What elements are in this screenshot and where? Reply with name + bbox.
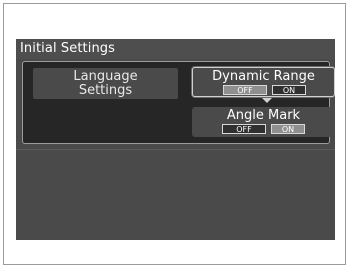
angle-mark-off-toggle[interactable]: OFF: [222, 124, 266, 134]
page-title: Initial Settings: [20, 41, 116, 56]
dynamic-range-off-toggle[interactable]: OFF: [223, 85, 267, 95]
language-settings-label-line2: Settings: [78, 83, 133, 98]
angle-mark-label: Angle Mark: [226, 108, 301, 123]
language-settings-label-line1: Language: [73, 69, 138, 84]
dynamic-range-label: Dynamic Range: [212, 69, 315, 84]
display-screen: Initial Settings Language Settings Dynam…: [16, 39, 335, 240]
angle-mark-setting[interactable]: Angle Mark OFF ON: [192, 107, 335, 137]
screen-divider: [16, 149, 335, 150]
dynamic-range-setting[interactable]: Dynamic Range OFF ON: [192, 67, 335, 97]
manual-illustration-frame: Initial Settings Language Settings Dynam…: [3, 3, 346, 265]
title-bar: Initial Settings: [16, 39, 335, 59]
selection-pointer-icon: [262, 98, 272, 103]
settings-panel: Language Settings Dynamic Range OFF ON A…: [22, 61, 335, 144]
angle-mark-on-toggle[interactable]: ON: [271, 124, 305, 134]
language-settings-button[interactable]: Language Settings: [33, 68, 178, 99]
dynamic-range-on-toggle[interactable]: ON: [272, 85, 306, 95]
